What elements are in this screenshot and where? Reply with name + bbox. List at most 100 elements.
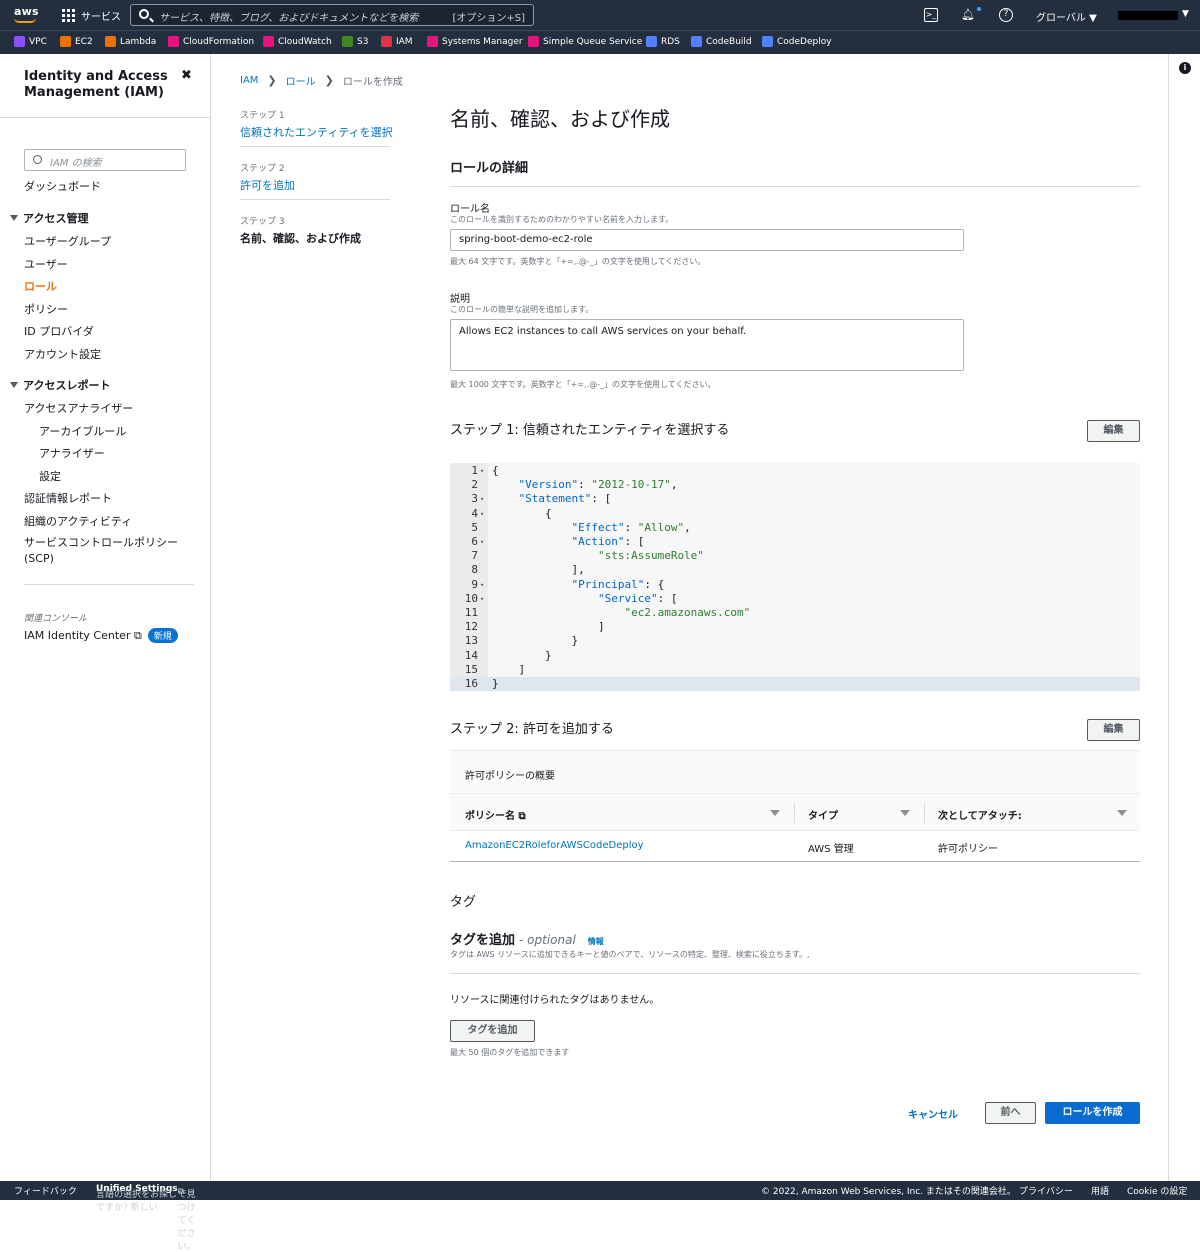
- code-line[interactable]: 8 ],: [450, 563, 1140, 577]
- code-line[interactable]: 3 ▾ "Statement": [: [450, 492, 1140, 506]
- code-line[interactable]: 5 "Effect": "Allow",: [450, 521, 1140, 535]
- aws-logo[interactable]: aws: [14, 5, 39, 18]
- fold-arrow-icon[interactable]: ▾: [480, 464, 484, 478]
- cancel-button[interactable]: キャンセル: [908, 1106, 958, 1121]
- sidebar-item-users[interactable]: ユーザー: [24, 256, 68, 272]
- edit-step1-button[interactable]: 編集: [1087, 420, 1140, 442]
- fav-cloudformation[interactable]: CloudFormation: [168, 36, 254, 47]
- sort-caret-icon[interactable]: [1117, 810, 1127, 816]
- region-selector[interactable]: グローバル ▼: [1036, 9, 1097, 24]
- edit-step2-button[interactable]: 編集: [1087, 719, 1140, 741]
- fav-codedeploy[interactable]: CodeDeploy: [762, 36, 832, 47]
- info-icon[interactable]: i: [1179, 62, 1191, 74]
- fav-ec2[interactable]: EC2: [60, 36, 93, 47]
- code-line[interactable]: 11 "ec2.amazonaws.com": [450, 606, 1140, 620]
- close-icon[interactable]: ✖: [181, 68, 192, 83]
- code-text: ]: [492, 662, 526, 676]
- cookie-settings-link[interactable]: Cookie の設定: [1127, 1184, 1187, 1197]
- caret-down-icon: [10, 382, 18, 388]
- column-divider: [924, 803, 925, 823]
- fold-arrow-icon[interactable]: ▾: [480, 492, 484, 506]
- sidebar-item-user-groups[interactable]: ユーザーグループ: [24, 233, 111, 249]
- sidebar-item-analyzers[interactable]: アナライザー: [39, 445, 105, 461]
- sidebar-item-scp[interactable]: サービスコントロールポリシー (SCP): [24, 535, 184, 567]
- code-line[interactable]: 7 "sts:AssumeRole": [450, 549, 1140, 563]
- code-line[interactable]: 6 ▾ "Action": [: [450, 535, 1140, 549]
- code-line[interactable]: 12 ]: [450, 620, 1140, 634]
- services-grid-icon[interactable]: [62, 9, 75, 22]
- fav-codebuild[interactable]: CodeBuild: [691, 36, 752, 47]
- help-icon[interactable]: ?: [999, 8, 1013, 22]
- wizard-step-2[interactable]: ステップ 2 許可を追加: [240, 161, 295, 193]
- code-line[interactable]: 16}: [450, 677, 1140, 691]
- external-link-icon: ⧉: [518, 811, 526, 822]
- notifications-bell-icon[interactable]: 🔔︎: [961, 8, 975, 22]
- breadcrumb-roles[interactable]: ロール: [286, 73, 316, 88]
- fav-vpc[interactable]: VPC: [14, 36, 47, 47]
- fav-cloudwatch[interactable]: CloudWatch: [263, 36, 332, 47]
- global-search-input[interactable]: サービス、特徴、ブログ、およびドキュメントなどを検索 [オプション+S]: [130, 4, 534, 26]
- breadcrumb-iam[interactable]: IAM: [240, 75, 258, 86]
- fav-systems-manager[interactable]: Systems Manager: [427, 36, 523, 47]
- previous-button[interactable]: 前へ: [985, 1102, 1036, 1124]
- policy-name-link[interactable]: AmazonEC2RoleforAWSCodeDeploy: [465, 840, 644, 851]
- cloudshell-icon[interactable]: >_: [924, 8, 938, 22]
- add-tags-heading-row: タグを追加 - optional 情報: [450, 929, 604, 948]
- add-tag-button[interactable]: タグを追加: [450, 1020, 535, 1042]
- services-menu-button[interactable]: サービス: [81, 8, 121, 23]
- sort-caret-icon[interactable]: [900, 810, 910, 816]
- fav-lambda[interactable]: Lambda: [105, 36, 156, 47]
- column-type[interactable]: タイプ: [808, 807, 838, 822]
- sidebar-item-archive-rules[interactable]: アーカイブルール: [39, 423, 126, 439]
- sort-caret-icon[interactable]: [770, 810, 780, 816]
- wizard-step-1[interactable]: ステップ 1 信頼されたエンティティを選択: [240, 108, 393, 140]
- code-line[interactable]: 15 ]: [450, 663, 1140, 677]
- sidebar-item-id-providers[interactable]: ID プロバイダ: [24, 323, 94, 339]
- sidebar-item-access-analyzer[interactable]: アクセスアナライザー: [24, 400, 133, 416]
- fold-arrow-icon[interactable]: ▾: [480, 578, 484, 592]
- create-role-button[interactable]: ロールを作成: [1045, 1102, 1140, 1124]
- trust-policy-json-editor[interactable]: 1 ▾{2 "Version": "2012-10-17", 3 ▾ "Stateme…: [450, 463, 1140, 691]
- sidebar-section-access-reports[interactable]: アクセスレポート: [10, 377, 110, 393]
- code-line[interactable]: 14 }: [450, 649, 1140, 663]
- sidebar-item-account-settings[interactable]: アカウント設定: [24, 346, 101, 362]
- fav-rds[interactable]: RDS: [646, 36, 680, 47]
- account-menu-redacted[interactable]: [1118, 11, 1178, 20]
- sidenav-title[interactable]: Identity and Access Management (IAM): [24, 69, 174, 101]
- feedback-link[interactable]: フィードバック: [14, 1184, 77, 1197]
- sidebar-item-policies[interactable]: ポリシー: [24, 301, 68, 317]
- sidebar-item-analyzer-settings[interactable]: 設定: [39, 468, 61, 484]
- fold-arrow-icon[interactable]: ▾: [480, 535, 484, 549]
- step-title[interactable]: 許可を追加: [240, 179, 295, 192]
- sidebar-item-credential-report[interactable]: 認証情報レポート: [24, 490, 112, 506]
- fav-iam[interactable]: IAM: [381, 36, 413, 47]
- account-chevron-down-icon[interactable]: ▼: [1182, 9, 1189, 19]
- sidebar-item-dashboard[interactable]: ダッシュボード: [24, 178, 101, 194]
- sidebar-item-identity-center[interactable]: IAM Identity Center ⧉ 新規: [24, 628, 178, 643]
- fold-arrow-icon[interactable]: ▾: [480, 592, 484, 606]
- code-line[interactable]: 2 "Version": "2012-10-17",: [450, 478, 1140, 492]
- code-line[interactable]: 4 ▾ {: [450, 507, 1140, 521]
- fold-arrow-icon[interactable]: ▾: [480, 507, 484, 521]
- info-link[interactable]: 情報: [588, 936, 604, 947]
- role-name-input[interactable]: spring-boot-demo-ec2-role: [450, 229, 964, 251]
- fav-sqs[interactable]: Simple Queue Service: [528, 36, 642, 47]
- terms-link[interactable]: 用語: [1091, 1184, 1109, 1197]
- code-line[interactable]: 10 ▾ "Service": [: [450, 592, 1140, 606]
- step-title[interactable]: 信頼されたエンティティを選択: [240, 126, 393, 139]
- code-line[interactable]: 9 ▾ "Principal": {: [450, 578, 1140, 592]
- sidebar-item-roles[interactable]: ロール: [24, 278, 57, 294]
- divider: [450, 186, 1140, 187]
- code-line[interactable]: 13 }: [450, 634, 1140, 648]
- description-textarea[interactable]: Allows EC2 instances to call AWS service…: [450, 319, 964, 371]
- iam-search-input[interactable]: IAM の検索: [24, 149, 186, 171]
- sidebar-item-org-activity[interactable]: 組織のアクティビティ: [24, 513, 132, 529]
- sidebar-section-access-management[interactable]: アクセス管理: [10, 210, 88, 226]
- no-tags-message: リソースに関連付けられたタグはありません。: [450, 995, 660, 1006]
- column-policy-name[interactable]: ポリシー名 ⧉: [465, 807, 526, 822]
- code-line[interactable]: 1 ▾ {: [450, 464, 1140, 478]
- column-attached-as[interactable]: 次としてアタッチ:: [938, 807, 1022, 822]
- privacy-link[interactable]: プライバシー: [1019, 1184, 1073, 1197]
- code-text: "Service": [: [597, 591, 678, 605]
- fav-s3[interactable]: S3: [342, 36, 368, 47]
